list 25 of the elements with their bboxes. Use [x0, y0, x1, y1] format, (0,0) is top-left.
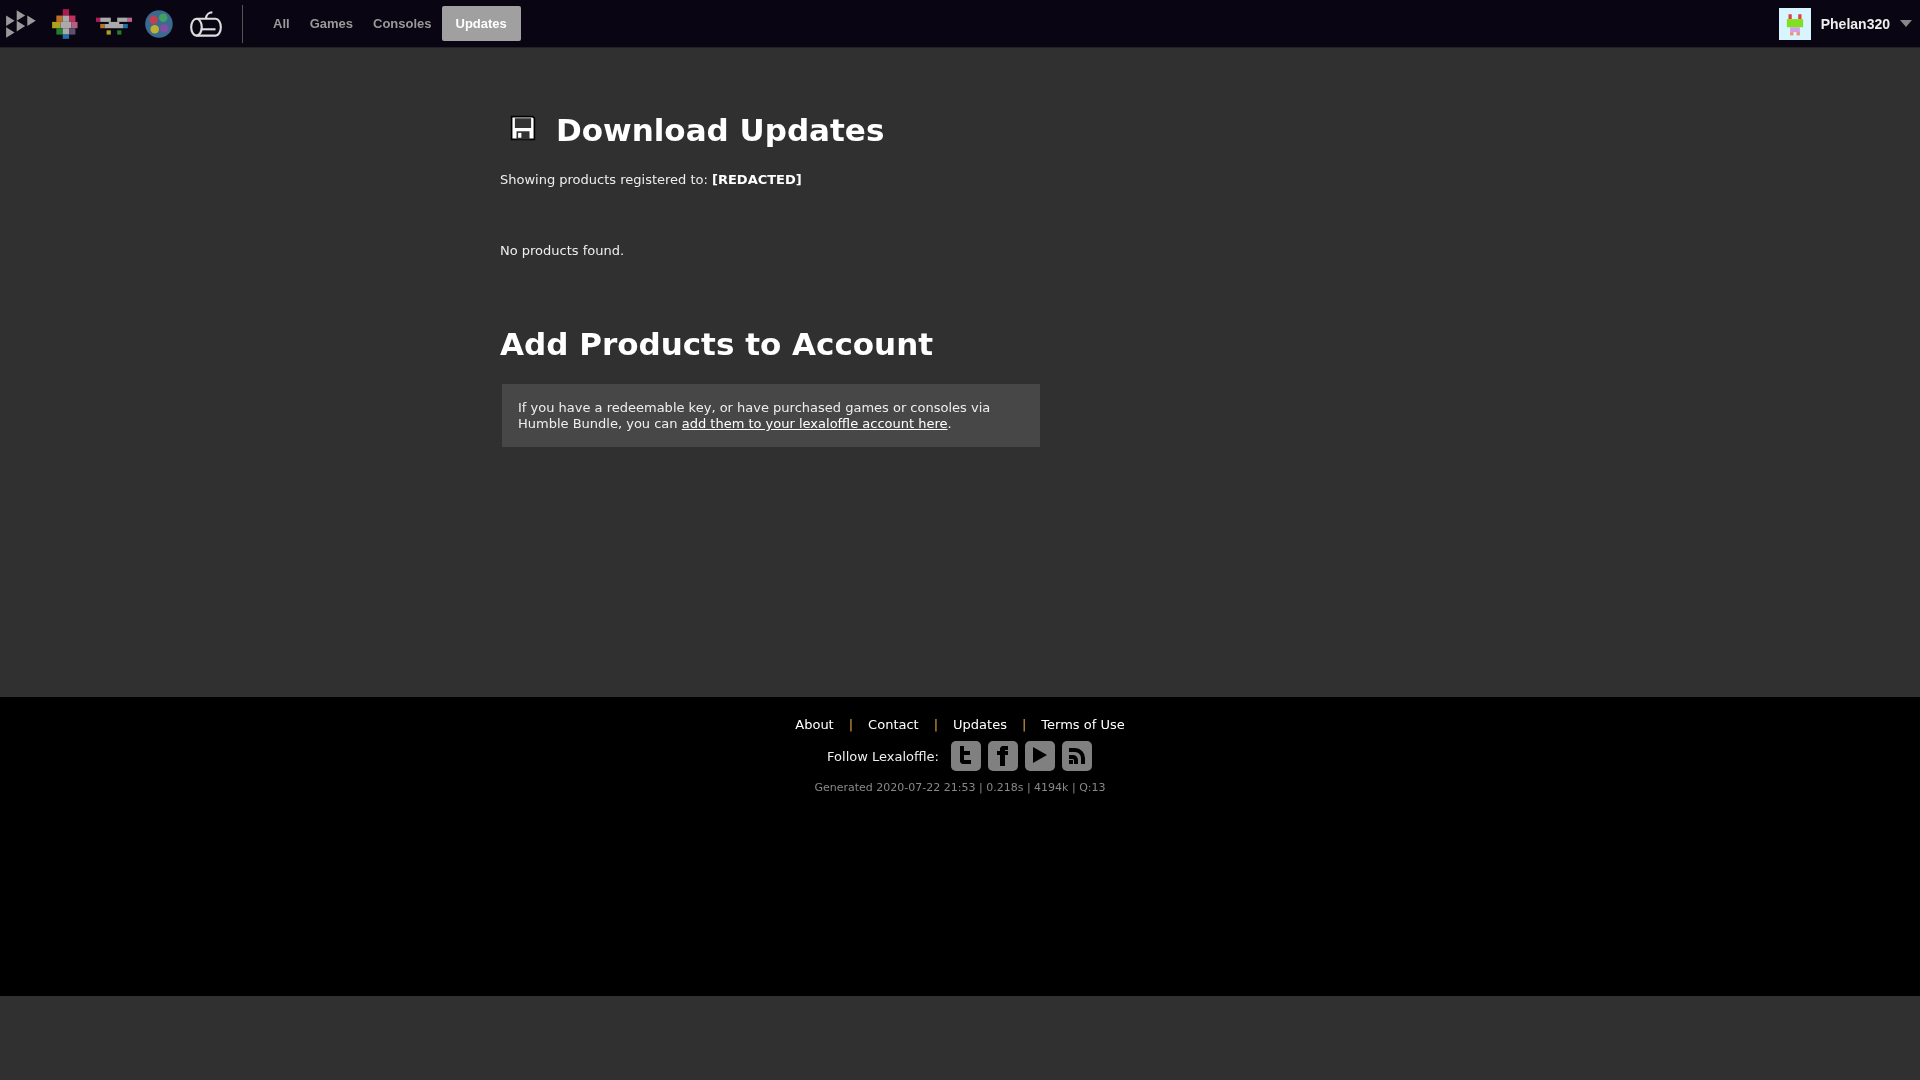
empty-message: No products found.: [500, 243, 626, 258]
separator: |: [1021, 717, 1027, 732]
twitter-icon[interactable]: [949, 740, 982, 772]
generated-info: Generated 2020-07-22 21:53 | 0.218s | 4194k | Q:13: [814, 781, 1106, 794]
separator: |: [933, 717, 939, 732]
footer-link[interactable]: Contact: [868, 717, 919, 732]
follow-label: Follow Lexaloffle:: [827, 748, 939, 764]
caret-icon[interactable]: [1900, 20, 1912, 27]
rss-icon[interactable]: [1060, 740, 1093, 772]
play-icon[interactable]: [1023, 740, 1056, 772]
avatar-icon[interactable]: [1778, 7, 1811, 40]
nav-tab[interactable]: Games: [299, 6, 363, 41]
nav-tab[interactable]: All: [263, 6, 300, 41]
page-title: Download Updates: [556, 112, 885, 148]
account-link[interactable]: add them to your lexaloffle account here: [681, 416, 948, 431]
registered-text: Showing products registered to: [REDACTED]: [500, 172, 803, 187]
footer-link[interactable]: Updates: [953, 717, 1007, 732]
username[interactable]: Phelan320: [1820, 15, 1890, 32]
facebook-icon[interactable]: [986, 740, 1019, 772]
info-text: If you have a redeemable key, or have purchased games or consoles via Humble Bundle, you can add them to your lexaloffle account here.: [518, 400, 992, 432]
nav-tab[interactable]: Consoles: [363, 6, 442, 41]
footer-link[interactable]: Terms of Use: [1041, 717, 1125, 732]
section-title: Add Products to Account: [500, 326, 935, 362]
footer-link[interactable]: About: [795, 717, 834, 732]
separator: |: [848, 717, 854, 732]
